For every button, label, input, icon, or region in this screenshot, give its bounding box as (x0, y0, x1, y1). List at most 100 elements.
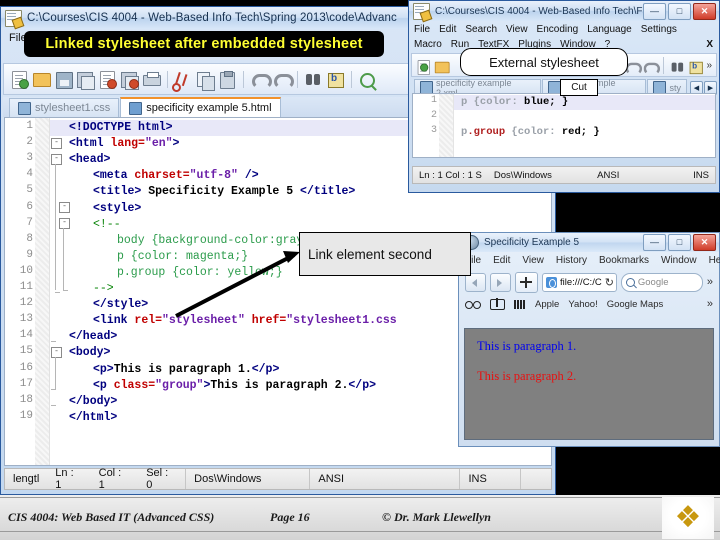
menu-search[interactable]: Search (465, 24, 497, 35)
second-menubar[interactable]: File Edit Search View Encoding Language … (409, 21, 719, 37)
code-line: <link rel="stylesheet" href="stylesheet1… (93, 314, 397, 328)
find-icon[interactable] (670, 59, 682, 72)
bookmarks-overflow-chevron[interactable]: » (707, 298, 713, 310)
browser-window-controls[interactable]: — □ ✕ (643, 234, 716, 251)
footer-text-row: CIS 4004: Web Based IT (Advanced CSS) Pa… (0, 505, 720, 529)
forward-button[interactable] (490, 272, 511, 292)
line-number: 5 (26, 184, 33, 197)
menu-view[interactable]: View (506, 24, 528, 35)
bookmark-apple[interactable]: Apple (535, 299, 559, 310)
replace-icon[interactable] (326, 70, 345, 89)
minimize-button[interactable]: — (643, 234, 666, 251)
status-col: Col : 1 (98, 467, 122, 491)
code-line: <head> (69, 153, 111, 167)
cut-icon[interactable] (174, 70, 193, 89)
ucf-pegasus-logo: ❖ (662, 497, 714, 539)
second-window-titlebar[interactable]: C:\Courses\CIS 4004 - Web-Based Info Tec… (409, 1, 719, 21)
browser-titlebar[interactable]: Specificity Example 5 — □ ✕ (459, 233, 719, 252)
close-button[interactable]: ✕ (693, 2, 716, 20)
menu-edit[interactable]: Edit (493, 255, 510, 266)
zoom-out-icon[interactable] (358, 70, 377, 89)
new-tab-button[interactable] (515, 271, 538, 293)
menu-encoding[interactable]: Encoding (537, 24, 579, 35)
paragraph-2: This is paragraph 2. (477, 369, 577, 383)
tab-stylesheet1-css[interactable]: stylesheet1.css (9, 98, 120, 117)
grid-icon[interactable] (514, 299, 526, 309)
menu-help[interactable]: Help (709, 255, 720, 266)
menu-macro[interactable]: Macro (414, 39, 442, 50)
undo-icon[interactable] (250, 70, 272, 89)
code-line: p {color: magenta;} (117, 249, 249, 263)
menu-bookmarks[interactable]: Bookmarks (599, 255, 649, 266)
fold-margin (35, 118, 49, 465)
paste-icon[interactable] (218, 70, 237, 89)
status-line: Ln : 1 (55, 467, 74, 491)
menu-settings[interactable]: Settings (641, 24, 677, 35)
line-number: 17 (19, 377, 33, 390)
glasses-icon[interactable] (465, 300, 481, 309)
maximize-button[interactable]: □ (668, 234, 691, 251)
bookmark-yahoo[interactable]: Yahoo! (568, 299, 597, 310)
menu-edit[interactable]: Edit (439, 24, 456, 35)
close-button[interactable]: ✕ (693, 234, 716, 251)
copy-icon[interactable] (196, 70, 215, 91)
line-number: 12 (19, 297, 33, 310)
line-number: 2 (430, 110, 437, 121)
maximize-button[interactable]: □ (668, 2, 691, 20)
line-number: 3 (26, 152, 33, 165)
replace-icon[interactable] (688, 59, 704, 74)
menu-language[interactable]: Language (587, 24, 632, 35)
menu-view[interactable]: View (522, 255, 544, 266)
find-icon[interactable] (304, 70, 323, 89)
status-length: lengtl (13, 473, 40, 485)
search-input[interactable]: Google (620, 272, 703, 292)
code-line: <body> (69, 346, 111, 360)
line-number: 15 (19, 345, 33, 358)
bookmark-google-maps[interactable]: Google Maps (607, 299, 664, 310)
search-placeholder: Google (637, 276, 669, 288)
second-window-controls[interactable]: — □ ✕ (643, 2, 716, 20)
browser-menubar[interactable]: File Edit View History Bookmarks Window … (459, 252, 720, 269)
callout-link-element-second: Link element second (299, 232, 471, 276)
status-resize-grip[interactable] (521, 469, 551, 489)
menu-file[interactable]: File (414, 24, 430, 35)
code-line: <p class="group">This is paragraph 2.</p… (93, 378, 376, 392)
code-line: <html lang="en"> (69, 137, 180, 151)
browser-navigation-bar[interactable]: file:///C:/C ↻ Google » (459, 269, 719, 295)
minimize-button[interactable]: — (643, 2, 666, 20)
nav-overflow-chevron[interactable]: » (707, 276, 713, 288)
tab-specificity-example-5-html[interactable]: specificity example 5.html (120, 97, 281, 117)
close-file-icon[interactable] (98, 70, 117, 89)
book-icon[interactable] (490, 298, 505, 310)
code-line: body {background-color:gray;} (117, 233, 318, 247)
slide-footer: CIS 4004: Web Based IT (Advanced CSS) Pa… (0, 495, 720, 540)
toolbar-overflow-chevron[interactable]: » (706, 60, 712, 71)
toolbar-divider (663, 56, 665, 74)
save-icon[interactable] (54, 70, 73, 89)
toolbar-divider-4 (351, 70, 352, 88)
menu-window[interactable]: Window (661, 255, 697, 266)
print-icon[interactable] (142, 70, 161, 89)
open-folder-icon[interactable] (32, 70, 51, 89)
open-folder-icon[interactable] (434, 59, 450, 73)
redo-icon[interactable] (272, 70, 294, 89)
reload-icon[interactable]: ↻ (605, 276, 614, 289)
footer-course: CIS 4004: Web Based IT (Advanced CSS) (8, 509, 215, 524)
close-all-icon[interactable] (120, 70, 139, 90)
new-file-icon[interactable] (416, 59, 430, 75)
line-number: 6 (26, 200, 33, 213)
menu-history[interactable]: History (556, 255, 587, 266)
close-document-x[interactable]: X (706, 39, 713, 50)
second-code-editor[interactable]: 1 2 3 p {color: blue; } p.group {color: red… (412, 93, 716, 158)
main-window-title: C:\Courses\CIS 4004 - Web-Based Info Tec… (27, 12, 397, 24)
code-line: </body> (69, 394, 118, 408)
new-file-icon[interactable] (10, 70, 29, 89)
code-line: <p>This is paragraph 1.</p> (93, 362, 280, 376)
code-line: p.group {color: red; } (461, 126, 600, 138)
browser-bookmarks-bar[interactable]: Apple Yahoo! Google Maps » (459, 295, 719, 313)
line-number: 3 (430, 125, 437, 136)
tooltip-cut: Cut (560, 79, 598, 96)
save-all-icon[interactable] (76, 70, 95, 90)
address-bar[interactable]: file:///C:/C ↻ (542, 272, 617, 292)
redo-icon[interactable] (642, 59, 661, 75)
